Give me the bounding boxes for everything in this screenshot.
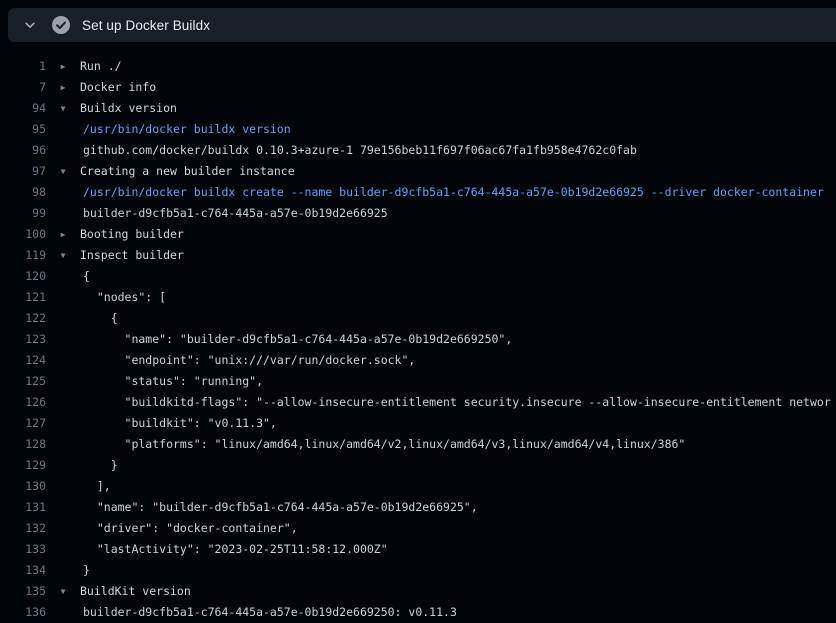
line-number[interactable]: 136	[0, 602, 46, 623]
group-title: BuildKit version	[80, 581, 191, 602]
log-line[interactable]: 94 ▼ Buildx version	[0, 98, 836, 119]
line-number[interactable]: 7	[0, 77, 46, 98]
line-number[interactable]: 123	[0, 329, 46, 350]
line-number[interactable]: 131	[0, 497, 46, 518]
line-number[interactable]: 98	[0, 182, 46, 203]
log-line: 131 "name": "builder-d9cfb5a1-c764-445a-…	[0, 497, 836, 518]
log-line[interactable]: 119 ▼ Inspect builder	[0, 245, 836, 266]
output-text: ],	[83, 476, 111, 497]
log-line: 120 {	[0, 266, 836, 287]
output-text: github.com/docker/buildx 0.10.3+azure-1 …	[83, 140, 637, 161]
step-title: Set up Docker Buildx	[82, 18, 210, 33]
output-text: "buildkitd-flags": "--allow-insecure-ent…	[83, 392, 831, 413]
log-line: 125 "status": "running",	[0, 371, 836, 392]
line-number[interactable]: 124	[0, 350, 46, 371]
output-text: builder-d9cfb5a1-c764-445a-a57e-0b19d2e6…	[83, 602, 457, 623]
line-number[interactable]: 95	[0, 119, 46, 140]
log-line: 126 "buildkitd-flags": "--allow-insecure…	[0, 392, 836, 413]
line-number[interactable]: 96	[0, 140, 46, 161]
line-number[interactable]: 134	[0, 560, 46, 581]
triangle-right-icon[interactable]: ▶	[61, 56, 66, 77]
group-title: Booting builder	[80, 224, 184, 245]
output-text: "nodes": [	[83, 287, 166, 308]
group-title: Inspect builder	[80, 245, 184, 266]
output-text: "endpoint": "unix:///var/run/docker.sock…	[83, 350, 415, 371]
output-text: }	[83, 455, 118, 476]
group-title: Docker info	[80, 77, 156, 98]
output-text: "status": "running",	[83, 371, 263, 392]
line-number[interactable]: 130	[0, 476, 46, 497]
log-line: 134}	[0, 560, 836, 581]
output-text: "driver": "docker-container",	[83, 518, 298, 539]
triangle-down-icon[interactable]: ▼	[61, 161, 66, 182]
log-line: 133 "lastActivity": "2023-02-25T11:58:12…	[0, 539, 836, 560]
line-number[interactable]: 99	[0, 203, 46, 224]
log-line[interactable]: 7 ▶ Docker info	[0, 77, 836, 98]
output-text: builder-d9cfb5a1-c764-445a-a57e-0b19d2e6…	[83, 203, 388, 224]
line-number[interactable]: 119	[0, 245, 46, 266]
log-line[interactable]: 100 ▶ Booting builder	[0, 224, 836, 245]
log-line: 130 ],	[0, 476, 836, 497]
line-number[interactable]: 126	[0, 392, 46, 413]
log-line: 99 builder-d9cfb5a1-c764-445a-a57e-0b19d2…	[0, 203, 836, 224]
line-number[interactable]: 122	[0, 308, 46, 329]
check-circle-icon	[51, 15, 71, 35]
group-title: Run ./	[80, 56, 122, 77]
group-title: Creating a new builder instance	[80, 161, 295, 182]
log-line[interactable]: 97 ▼ Creating a new builder instance	[0, 161, 836, 182]
output-text: "lastActivity": "2023-02-25T11:58:12.000…	[83, 539, 388, 560]
line-number[interactable]: 100	[0, 224, 46, 245]
line-number[interactable]: 97	[0, 161, 46, 182]
output-text: }	[83, 560, 90, 581]
triangle-down-icon[interactable]: ▼	[61, 98, 66, 119]
log-lines: 1▶Run ./7▶Docker info94▼Buildx version95…	[0, 50, 836, 623]
line-number[interactable]: 1	[0, 56, 46, 77]
log-line: 127 "buildkit": "v0.11.3",	[0, 413, 836, 434]
line-number[interactable]: 125	[0, 371, 46, 392]
line-number[interactable]: 127	[0, 413, 46, 434]
step-header[interactable]: Set up Docker Buildx	[8, 8, 836, 42]
line-number[interactable]: 121	[0, 287, 46, 308]
triangle-right-icon[interactable]: ▶	[61, 224, 66, 245]
group-title: Buildx version	[80, 98, 177, 119]
command-text: /usr/bin/docker buildx create --name bui…	[83, 182, 824, 203]
line-number[interactable]: 133	[0, 539, 46, 560]
line-number[interactable]: 94	[0, 98, 46, 119]
log-line: 124 "endpoint": "unix:///var/run/docker.…	[0, 350, 836, 371]
line-number[interactable]: 120	[0, 266, 46, 287]
line-number[interactable]: 132	[0, 518, 46, 539]
log-line: 136 builder-d9cfb5a1-c764-445a-a57e-0b19d…	[0, 602, 836, 623]
triangle-right-icon[interactable]: ▶	[61, 77, 66, 98]
log-line: 132 "driver": "docker-container",	[0, 518, 836, 539]
output-text: {	[83, 308, 118, 329]
log-line[interactable]: 135 ▼ BuildKit version	[0, 581, 836, 602]
output-text: "platforms": "linux/amd64,linux/amd64/v2…	[83, 434, 685, 455]
triangle-down-icon[interactable]: ▼	[61, 245, 66, 266]
log-line: 122 {	[0, 308, 836, 329]
chevron-down-icon[interactable]	[22, 17, 38, 33]
output-text: {	[83, 266, 90, 287]
log-line: 95/usr/bin/docker buildx version	[0, 119, 836, 140]
log-line: 128 "platforms": "linux/amd64,linux/amd6…	[0, 434, 836, 455]
command-text: /usr/bin/docker buildx version	[83, 119, 291, 140]
output-text: "name": "builder-d9cfb5a1-c764-445a-a57e…	[83, 329, 512, 350]
log-line: 96 github.com/docker/buildx 0.10.3+azure-…	[0, 140, 836, 161]
log-line: 129 }	[0, 455, 836, 476]
output-text: "name": "builder-d9cfb5a1-c764-445a-a57e…	[83, 497, 478, 518]
log-line: 123 "name": "builder-d9cfb5a1-c764-445a-…	[0, 329, 836, 350]
output-text: "buildkit": "v0.11.3",	[83, 413, 277, 434]
log-line: 121 "nodes": [	[0, 287, 836, 308]
log-line: 98/usr/bin/docker buildx create --name b…	[0, 182, 836, 203]
line-number[interactable]: 135	[0, 581, 46, 602]
log-line[interactable]: 1 ▶ Run ./	[0, 56, 836, 77]
line-number[interactable]: 128	[0, 434, 46, 455]
line-number[interactable]: 129	[0, 455, 46, 476]
triangle-down-icon[interactable]: ▼	[61, 581, 66, 602]
